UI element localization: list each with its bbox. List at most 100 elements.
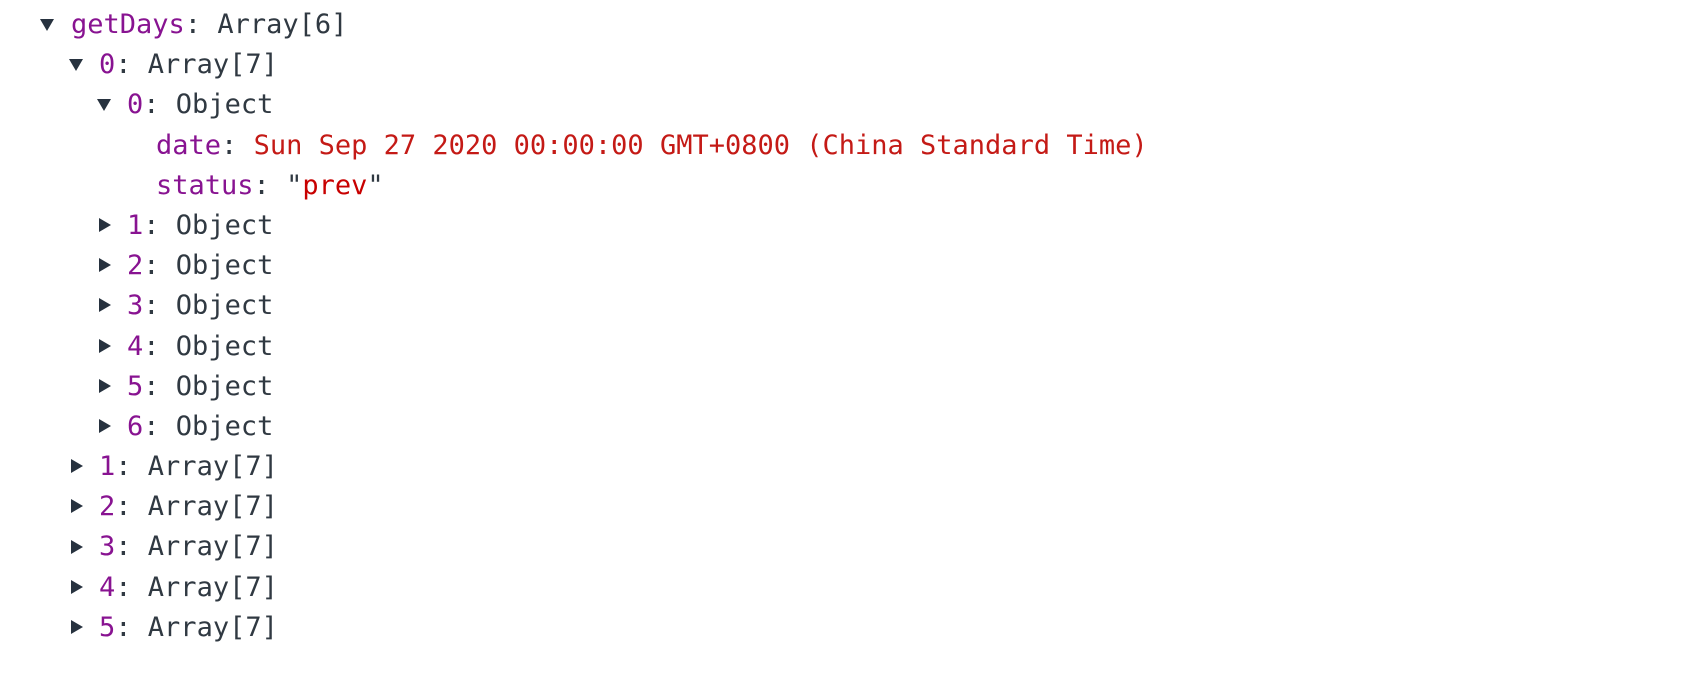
key-separator: : [253, 169, 270, 201]
tree-row-week-0[interactable]: 0: Array[7] [0, 45, 1704, 85]
property-value: Object [175, 370, 274, 402]
property-value: Object [175, 209, 274, 241]
key-separator: : [143, 410, 160, 442]
triangle-right-icon [99, 218, 111, 233]
property-value: Object [175, 250, 274, 282]
string-value: prev [302, 169, 368, 201]
property-value: Object [175, 330, 274, 362]
key-separator: : [115, 531, 132, 563]
expand-toggle-day-5[interactable] [97, 367, 125, 407]
property-key: 0 [127, 89, 144, 121]
tree-row-day-4[interactable]: 4: Object [0, 327, 1704, 367]
triangle-down-icon [40, 19, 54, 32]
tree-row-label: 3: Array[7] [99, 527, 278, 567]
expand-toggle-getdays[interactable] [40, 5, 68, 45]
tree-row-label: date: Sun Sep 27 2020 00:00:00 GMT+0800 … [156, 126, 1148, 166]
property-value: Array[7] [147, 571, 278, 603]
tree-row-label: 3: Object [127, 286, 273, 326]
expand-toggle-week-5[interactable] [69, 608, 97, 648]
tree-row-week-4[interactable]: 4: Array[7] [0, 568, 1704, 608]
tree-row-day-3[interactable]: 3: Object [0, 286, 1704, 326]
key-separator: : [143, 330, 160, 362]
expand-toggle-day-4[interactable] [97, 327, 125, 367]
expand-toggle-week-1[interactable] [69, 447, 97, 487]
property-value: Object [175, 290, 274, 322]
property-key: 3 [99, 531, 116, 563]
triangle-right-icon [71, 539, 83, 554]
tree-row-label: 1: Array[7] [99, 447, 278, 487]
triangle-down-icon [97, 99, 111, 112]
property-key: getDays [71, 9, 185, 40]
property-key: 4 [99, 571, 116, 603]
triangle-down-icon [69, 59, 83, 72]
expand-toggle-week-4[interactable] [69, 568, 97, 608]
tree-row-day-1[interactable]: 1: Object [0, 206, 1704, 246]
triangle-right-icon [99, 298, 111, 313]
tree-row-label: status: "prev" [156, 166, 384, 206]
property-key: 6 [127, 410, 144, 442]
tree-row-week-1[interactable]: 1: Array[7] [0, 447, 1704, 487]
tree-row-date: date: Sun Sep 27 2020 00:00:00 GMT+0800 … [0, 126, 1704, 166]
tree-row-week-3[interactable]: 3: Array[7] [0, 527, 1704, 567]
key-separator: : [115, 571, 132, 603]
object-inspector-tree: getDays: Array[6] 0: Array[7] 0: Object … [0, 0, 1704, 648]
property-value: Array[6] [217, 9, 348, 40]
expand-toggle-day-2[interactable] [97, 246, 125, 286]
triangle-right-icon [71, 459, 83, 474]
key-separator: : [115, 491, 132, 523]
key-separator: : [143, 209, 160, 241]
tree-row-status: status: "prev" [0, 166, 1704, 206]
property-key: status [156, 169, 254, 201]
property-key: 2 [127, 250, 144, 282]
tree-row-label: 1: Object [127, 206, 273, 246]
key-separator: : [143, 89, 160, 121]
triangle-right-icon [71, 619, 83, 634]
property-key: 3 [127, 290, 144, 322]
property-value: Array[7] [147, 611, 278, 643]
tree-row-label: getDays: Array[6] [71, 5, 347, 45]
property-key: 5 [127, 370, 144, 402]
key-separator: : [221, 129, 238, 161]
property-value: Object [175, 89, 274, 121]
triangle-right-icon [99, 418, 111, 433]
expand-toggle-day-3[interactable] [97, 286, 125, 326]
expand-toggle-week-3[interactable] [69, 527, 97, 567]
expand-toggle-day-0[interactable] [97, 85, 125, 125]
property-value: Array[7] [147, 531, 278, 563]
tree-row-label: 5: Object [127, 367, 273, 407]
expand-toggle-day-6[interactable] [97, 407, 125, 447]
key-separator: : [143, 250, 160, 282]
key-separator: : [184, 9, 202, 40]
property-key: 5 [99, 611, 116, 643]
tree-row-label: 4: Object [127, 327, 273, 367]
tree-row-week-5[interactable]: 5: Array[7] [0, 608, 1704, 648]
expand-toggle-week-2[interactable] [69, 487, 97, 527]
triangle-right-icon [71, 499, 83, 514]
key-separator: : [115, 49, 132, 81]
property-value: Array[7] [147, 451, 278, 483]
key-separator: : [115, 611, 132, 643]
property-key: 4 [127, 330, 144, 362]
key-separator: : [115, 451, 132, 483]
string-quote-close: " [367, 169, 384, 201]
property-key: 0 [99, 49, 116, 81]
tree-row-day-2[interactable]: 2: Object [0, 246, 1704, 286]
triangle-right-icon [71, 579, 83, 594]
tree-row-week-2[interactable]: 2: Array[7] [0, 487, 1704, 527]
tree-row-getdays[interactable]: getDays: Array[6] [0, 5, 1704, 45]
triangle-right-icon [99, 378, 111, 393]
property-value: Array[7] [147, 491, 278, 523]
tree-row-day-6[interactable]: 6: Object [0, 407, 1704, 447]
tree-row-label: 6: Object [127, 407, 273, 447]
tree-row-label: 2: Object [127, 246, 273, 286]
expand-toggle-day-1[interactable] [97, 206, 125, 246]
tree-row-label: 2: Array[7] [99, 487, 278, 527]
property-value: Object [175, 410, 274, 442]
string-quote-open: " [286, 169, 303, 201]
property-key: 1 [99, 451, 116, 483]
tree-row-label: 5: Array[7] [99, 608, 278, 648]
expand-toggle-week-0[interactable] [69, 45, 97, 85]
triangle-right-icon [99, 258, 111, 273]
tree-row-day-0[interactable]: 0: Object [0, 85, 1704, 125]
tree-row-day-5[interactable]: 5: Object [0, 367, 1704, 407]
